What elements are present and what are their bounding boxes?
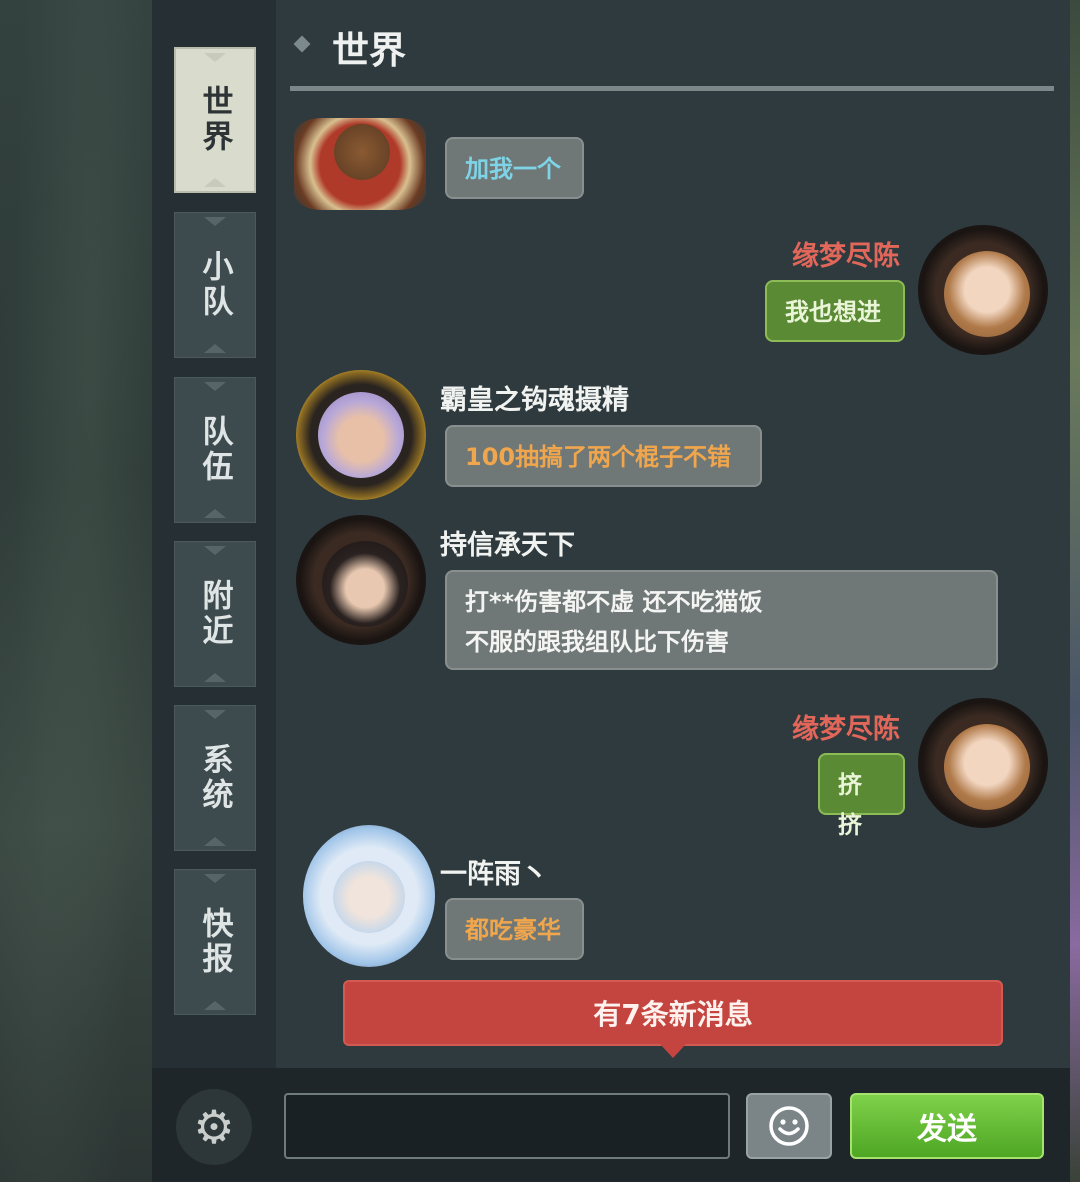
avatar-face [944, 251, 1030, 337]
avatar-face [322, 541, 408, 627]
sender-name: 缘梦尽陈 [792, 241, 900, 272]
avatar[interactable] [918, 698, 1048, 828]
gear-icon: ⚙ [193, 1100, 235, 1154]
header-divider [290, 86, 1054, 91]
tab-nearby[interactable]: 附近 [174, 541, 256, 687]
avatar[interactable] [918, 225, 1048, 355]
avatar-face [318, 392, 404, 478]
tab-label: 小队 [196, 250, 233, 320]
tab-label: 世界 [196, 85, 233, 155]
message-text-line: 打**伤害都不虚 还不吃猫饭 [465, 588, 763, 616]
message-bubble: 都吃豪华 [445, 898, 584, 960]
chevron-up-icon [204, 382, 226, 391]
chevron-down-icon [204, 837, 226, 846]
message-text-line: 不服的跟我组队比下伤害 [465, 628, 729, 656]
settings-button[interactable]: ⚙ [176, 1089, 252, 1165]
new-messages-label: 有7条新消息 [593, 998, 753, 1031]
send-button[interactable]: 发送 [850, 1093, 1044, 1159]
chevron-down-icon [204, 344, 226, 353]
chevron-up-icon [204, 546, 226, 555]
avatar[interactable] [294, 118, 426, 210]
avatar[interactable] [296, 370, 426, 500]
message-text: 挤挤 [838, 771, 862, 839]
chevron-up-icon [204, 874, 226, 883]
avatar[interactable] [303, 825, 435, 967]
message-input[interactable] [284, 1093, 730, 1159]
message-text: 加我一个 [465, 155, 561, 183]
tab-news[interactable]: 快报 [174, 869, 256, 1015]
message-text: 都吃豪华 [465, 916, 561, 944]
tab-world[interactable]: 世界 [174, 47, 256, 193]
message-text: 我也想进 [785, 298, 881, 326]
avatar[interactable] [296, 515, 426, 645]
message-bubble: 打**伤害都不虚 还不吃猫饭 不服的跟我组队比下伤害 [445, 570, 998, 670]
background-scene-right [1070, 0, 1080, 1182]
chevron-down-icon [204, 178, 226, 187]
message-bubble: 我也想进 [765, 280, 905, 342]
message-text: 100抽搞了两个棍子不错 [465, 443, 732, 471]
chevron-up-icon [204, 53, 226, 62]
message-bubble: 挤挤 [818, 753, 905, 839]
sender-name: 持信承天下 [440, 530, 575, 561]
sender-name: 缘梦尽陈 [792, 714, 900, 745]
chevron-up-icon [204, 217, 226, 226]
smiley-icon [769, 1106, 809, 1146]
tab-label: 附近 [196, 579, 233, 649]
background-scene-left [0, 0, 152, 1182]
emoji-button[interactable] [746, 1093, 832, 1159]
avatar-face [944, 724, 1030, 810]
tab-label: 队伍 [196, 415, 233, 485]
send-label: 发送 [917, 1112, 977, 1147]
tab-label: 快报 [196, 907, 233, 977]
message-bubble: 加我一个 [445, 137, 584, 199]
tab-squad[interactable]: 小队 [174, 212, 256, 358]
chevron-down-icon [204, 1001, 226, 1010]
sender-name: 霸皇之钩魂摄精 [440, 385, 629, 416]
chevron-down-icon [204, 673, 226, 682]
avatar-face [334, 124, 390, 180]
tab-system[interactable]: 系统 [174, 705, 256, 851]
chevron-up-icon [204, 710, 226, 719]
message-bubble: 100抽搞了两个棍子不错 [445, 425, 762, 487]
chevron-down-icon [204, 509, 226, 518]
new-messages-banner[interactable]: 有7条新消息 [343, 980, 1003, 1046]
avatar-face [333, 861, 405, 933]
channel-title: 世界 [332, 29, 406, 72]
tab-label: 系统 [196, 743, 233, 813]
sender-name: 一阵雨丶 [440, 859, 548, 890]
tab-team[interactable]: 队伍 [174, 377, 256, 523]
